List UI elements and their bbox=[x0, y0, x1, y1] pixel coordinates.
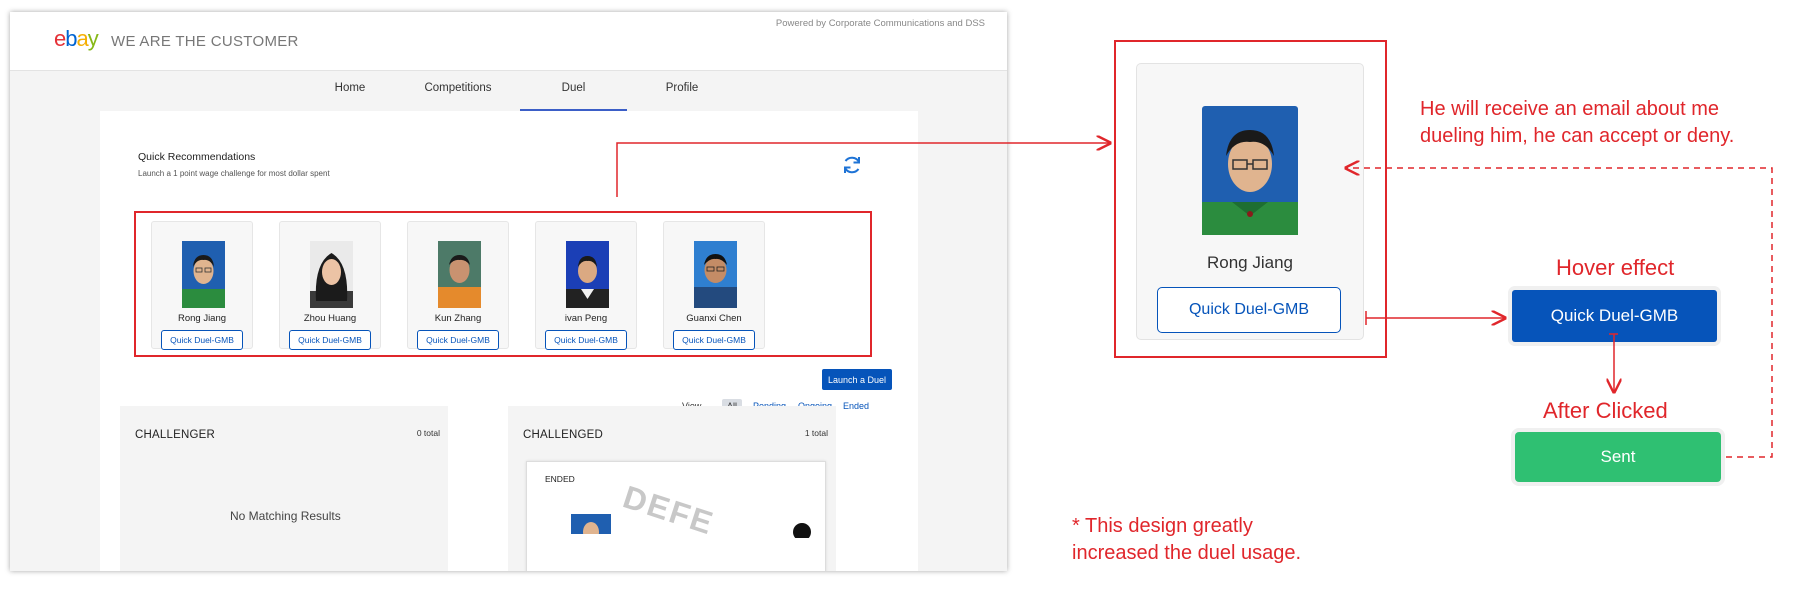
email-feedback-arrow bbox=[1346, 168, 1773, 458]
zoom-arrow bbox=[616, 143, 1110, 197]
annotation-arrows bbox=[616, 0, 1773, 458]
